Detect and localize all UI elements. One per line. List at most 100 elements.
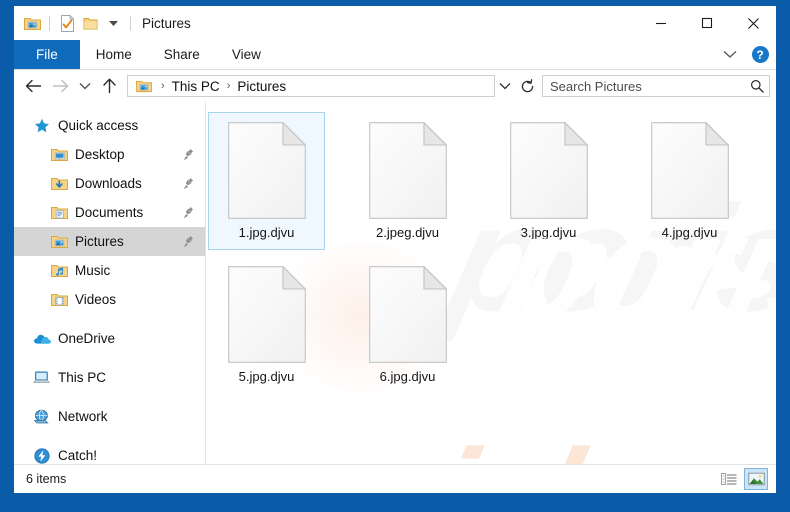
file-item[interactable]: 5.jpg.djvu <box>208 256 325 394</box>
file-name-label: 4.jpg.djvu <box>662 226 718 240</box>
file-explorer-window: Pictures File Home Share View <box>14 6 776 493</box>
videos-folder-icon <box>49 291 69 309</box>
up-button[interactable] <box>96 71 123 101</box>
content-pane[interactable]: pcrisk.com pcrisk.com pcrisk.com 1.jpg.d… <box>206 102 776 464</box>
question-mark-icon: ? <box>752 46 769 63</box>
generic-file-icon <box>228 266 306 363</box>
generic-file-icon <box>369 266 447 363</box>
sidebar-item-this-pc[interactable]: This PC <box>14 363 205 392</box>
generic-file-icon <box>651 122 729 219</box>
recent-locations-button[interactable] <box>74 71 96 101</box>
sidebar-item-music[interactable]: Music <box>14 256 205 285</box>
sidebar-group-spacer <box>14 353 205 363</box>
sidebar-item-desktop[interactable]: Desktop <box>14 140 205 169</box>
properties-icon[interactable] <box>56 12 78 34</box>
pictures-folder-icon <box>49 233 69 251</box>
watermark-peach: pcrisk.com <box>215 420 776 464</box>
address-dropdown-button[interactable] <box>495 75 515 97</box>
sidebar-item-catch[interactable]: Catch! <box>14 441 205 464</box>
pin-icon[interactable] <box>182 148 194 162</box>
sidebar-group-spacer <box>14 431 205 441</box>
breadcrumb: › This PC › Pictures <box>134 77 288 95</box>
details-view-button[interactable] <box>717 468 741 490</box>
ribbon-tab-bar: File Home Share View ? <box>14 40 776 70</box>
customize-dropdown-icon[interactable] <box>102 12 124 34</box>
downloads-folder-icon <box>49 175 69 193</box>
pin-icon[interactable] <box>182 235 194 249</box>
sidebar-item-downloads[interactable]: Downloads <box>14 169 205 198</box>
help-button[interactable]: ? <box>748 43 772 67</box>
file-item[interactable]: 6.jpg.djvu <box>349 256 466 394</box>
search-input[interactable]: Search Pictures <box>542 75 770 97</box>
large-icons-view-button[interactable] <box>744 468 768 490</box>
sidebar-item-documents[interactable]: Documents <box>14 198 205 227</box>
status-bar: 6 items <box>14 464 776 493</box>
file-item[interactable]: 2.jpeg.djvu <box>349 112 466 250</box>
item-count-label: 6 items <box>26 472 66 486</box>
sidebar-item-pictures[interactable]: Pictures <box>14 227 205 256</box>
new-folder-icon[interactable] <box>79 12 101 34</box>
this-pc-icon <box>32 369 52 387</box>
desktop-folder-icon <box>49 146 69 164</box>
file-name-label: 5.jpg.djvu <box>239 370 295 384</box>
sidebar-group-spacer <box>14 314 205 324</box>
search-placeholder: Search Pictures <box>543 79 745 94</box>
minimize-button[interactable] <box>638 6 684 40</box>
breadcrumb-pictures-folder-icon <box>134 77 154 95</box>
pin-icon[interactable] <box>182 206 194 220</box>
sidebar-item-onedrive[interactable]: OneDrive <box>14 324 205 353</box>
toolbar-separator <box>49 16 50 31</box>
breadcrumb-bar[interactable]: › This PC › Pictures <box>127 75 495 97</box>
quick-access-toolbar <box>14 12 136 34</box>
star-icon <box>32 117 52 135</box>
view-toggle-group <box>717 468 768 490</box>
breadcrumb-item-pictures[interactable]: Pictures <box>235 79 288 94</box>
forward-button[interactable] <box>47 71 74 101</box>
breadcrumb-separator-2: › <box>222 80 236 92</box>
network-icon <box>32 408 52 426</box>
sidebar-item-label: OneDrive <box>58 331 115 346</box>
generic-file-icon <box>369 122 447 219</box>
file-item[interactable]: 3.jpg.djvu <box>490 112 607 250</box>
sidebar-item-label: Catch! <box>58 448 97 463</box>
ribbon-right-controls: ? <box>718 40 772 69</box>
close-button[interactable] <box>730 6 776 40</box>
back-button[interactable] <box>20 71 47 101</box>
address-bar: › This PC › Pictures Search Pictures <box>14 70 776 102</box>
sidebar-item-videos[interactable]: Videos <box>14 285 205 314</box>
file-name-label: 6.jpg.djvu <box>380 370 436 384</box>
window-title: Pictures <box>142 16 191 31</box>
pictures-folder-icon[interactable] <box>21 12 43 34</box>
title-bar: Pictures <box>14 6 776 40</box>
tab-file[interactable]: File <box>14 40 80 69</box>
pin-icon[interactable] <box>182 177 194 191</box>
navigation-pane: Quick access DesktopDownloads Documents Pic… <box>14 102 206 464</box>
generic-file-icon <box>510 122 588 219</box>
tab-home[interactable]: Home <box>80 40 148 69</box>
maximize-button[interactable] <box>684 6 730 40</box>
music-folder-icon <box>49 262 69 280</box>
generic-file-icon <box>228 122 306 219</box>
file-name-label: 3.jpg.djvu <box>521 226 577 240</box>
explorer-body: Quick access DesktopDownloads Documents Pic… <box>14 102 776 464</box>
file-item[interactable]: 4.jpg.djvu <box>631 112 748 250</box>
file-name-label: 2.jpeg.djvu <box>376 226 439 240</box>
breadcrumb-item-this-pc[interactable]: This PC <box>170 79 222 94</box>
file-list: 1.jpg.djvu 2.jpeg.djvu 3.jpg.djvu 4.jpg.djv… <box>206 102 776 400</box>
sidebar-item-label: Quick access <box>58 118 138 133</box>
sidebar-item-network[interactable]: Network <box>14 402 205 431</box>
refresh-button[interactable] <box>515 75 539 97</box>
file-name-label: 1.jpg.djvu <box>239 226 295 240</box>
sidebar-item-quick-access[interactable]: Quick access <box>14 111 205 140</box>
desktop-background: Pictures File Home Share View <box>0 0 790 512</box>
onedrive-cloud-icon <box>32 330 52 348</box>
sidebar-item-label: Documents <box>75 205 143 220</box>
sidebar-item-label: Music <box>75 263 110 278</box>
tab-share[interactable]: Share <box>148 40 216 69</box>
search-icon[interactable] <box>745 76 769 96</box>
file-item[interactable]: 1.jpg.djvu <box>208 112 325 250</box>
tab-view[interactable]: View <box>216 40 277 69</box>
breadcrumb-separator-1: › <box>156 80 170 92</box>
chevron-down-icon[interactable] <box>718 43 742 67</box>
catch-lightning-icon <box>32 447 52 465</box>
